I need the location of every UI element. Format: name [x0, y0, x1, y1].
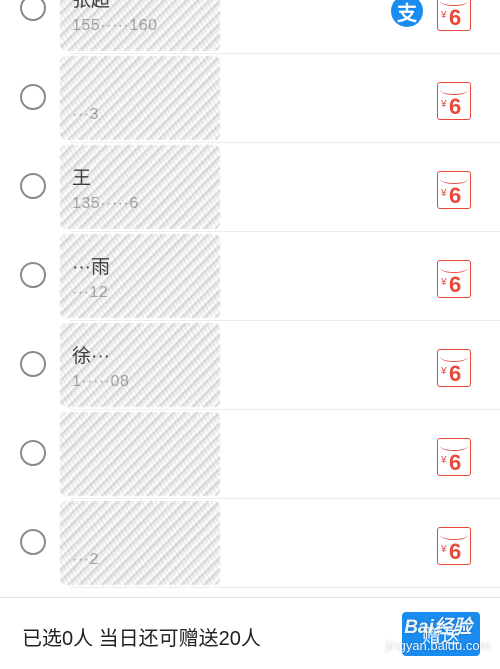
footer-bar: 已选0人 当日还可赠送20人 赠送 [0, 597, 500, 669]
contact-row[interactable]: ···3¥6 [0, 54, 500, 143]
contact-row[interactable]: 徐···1·····08¥6 [0, 321, 500, 410]
contact-row[interactable]: ···2¥6 [0, 499, 500, 588]
contact-row[interactable]: 张超155·····160支¥6 [0, 0, 500, 54]
red-envelope-icon[interactable]: ¥6 [437, 0, 471, 31]
select-radio[interactable] [20, 262, 46, 288]
redaction-scribble [60, 145, 220, 229]
envelope-amount: 6 [449, 272, 462, 297]
envelope-amount: 6 [449, 450, 462, 475]
redaction-scribble [60, 501, 220, 585]
envelope-amount: 6 [449, 183, 462, 208]
alipay-icon: 支 [391, 0, 423, 27]
redaction-scribble [60, 0, 220, 51]
contact-row[interactable]: ···雨···12¥6 [0, 232, 500, 321]
currency-symbol: ¥ [441, 455, 447, 466]
redaction-scribble [60, 234, 220, 318]
currency-symbol: ¥ [441, 544, 447, 555]
select-radio[interactable] [20, 351, 46, 377]
select-radio[interactable] [20, 529, 46, 555]
red-envelope-icon[interactable]: ¥6 [437, 260, 471, 298]
send-button[interactable]: 赠送 [402, 612, 480, 656]
contact-row[interactable]: 王135·····6¥6 [0, 143, 500, 232]
red-envelope-icon[interactable]: ¥6 [437, 527, 471, 565]
envelope-amount: 6 [449, 5, 462, 30]
redaction-scribble [60, 412, 220, 496]
currency-symbol: ¥ [441, 99, 447, 110]
redaction-scribble [60, 323, 220, 407]
red-envelope-icon[interactable]: ¥6 [437, 171, 471, 209]
currency-symbol: ¥ [441, 10, 447, 21]
red-envelope-icon[interactable]: ¥6 [437, 438, 471, 476]
contact-row[interactable]: ¥6 [0, 410, 500, 499]
redaction-scribble [60, 56, 220, 140]
red-envelope-icon[interactable]: ¥6 [437, 82, 471, 120]
contact-list: 张超155·····160支¥6···3¥6王135·····6¥6···雨··… [0, 0, 500, 588]
envelope-amount: 6 [449, 539, 462, 564]
currency-symbol: ¥ [441, 366, 447, 377]
select-radio[interactable] [20, 0, 46, 21]
select-radio[interactable] [20, 173, 46, 199]
currency-symbol: ¥ [441, 277, 447, 288]
select-radio[interactable] [20, 84, 46, 110]
envelope-amount: 6 [449, 361, 462, 386]
selection-summary: 已选0人 当日还可赠送20人 [22, 628, 261, 650]
currency-symbol: ¥ [441, 188, 447, 199]
select-radio[interactable] [20, 440, 46, 466]
envelope-amount: 6 [449, 94, 462, 119]
red-envelope-icon[interactable]: ¥6 [437, 349, 471, 387]
